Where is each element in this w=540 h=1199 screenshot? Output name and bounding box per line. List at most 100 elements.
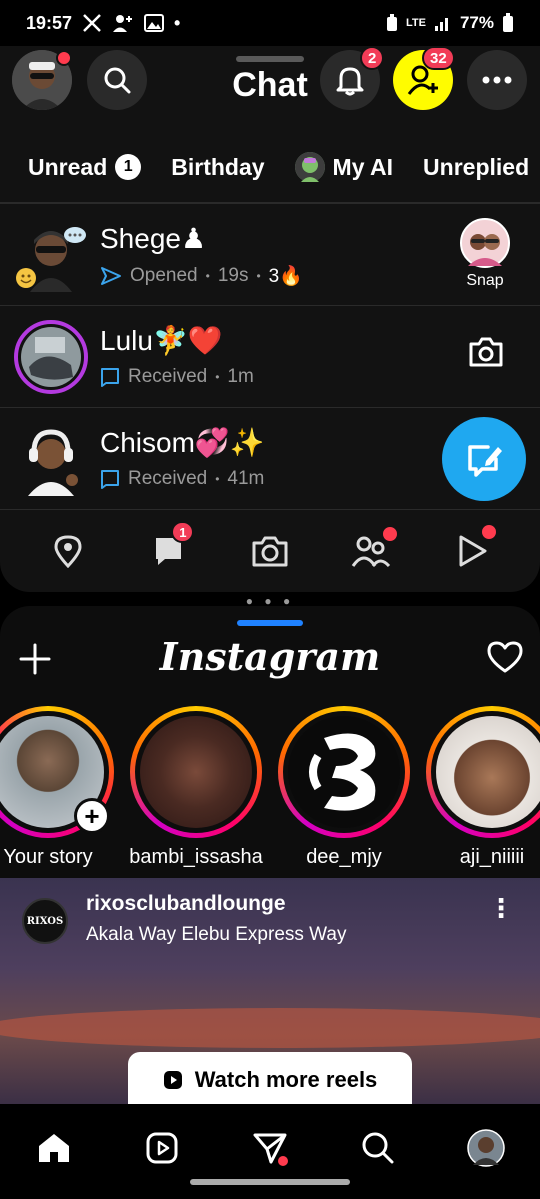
reel-background-decor <box>0 1008 540 1048</box>
stories-notification-dot <box>380 525 399 543</box>
friend-name: Chisom💞✨ <box>100 427 265 458</box>
nav-map[interactable] <box>38 521 98 581</box>
filter-label: Unread <box>28 153 108 180</box>
post-avatar-logo: RIXOS <box>26 915 64 927</box>
story-photo <box>436 716 540 828</box>
page-title: Chat <box>232 66 308 104</box>
heart-icon <box>487 641 523 673</box>
bitmoji-icon <box>460 218 510 268</box>
map-pin-icon <box>54 535 82 568</box>
separator: • <box>215 472 220 486</box>
more-horizontal-icon <box>482 76 512 84</box>
window-grip[interactable] <box>236 56 304 62</box>
chat-time: 41m <box>227 468 265 489</box>
story-ring[interactable] <box>278 706 410 838</box>
reels-icon <box>146 1132 178 1164</box>
add-friends-badge: 32 <box>422 46 455 70</box>
snapchat-bottom-nav: 1 <box>0 510 540 592</box>
chat-meta: Received • 41m <box>100 468 264 490</box>
snap-label: Snap <box>466 272 504 289</box>
person-add-icon <box>112 13 134 33</box>
filter-unreplied[interactable]: Unreplied <box>423 154 529 181</box>
nav-spotlight[interactable] <box>442 521 502 581</box>
chat-status: Received <box>128 366 208 387</box>
camera-icon <box>469 337 503 367</box>
profile-notification-dot <box>56 50 72 66</box>
nav-chat[interactable]: 1 <box>139 521 199 581</box>
filter-unread[interactable]: Unread 1 <box>28 153 142 181</box>
story-username: Your story <box>3 846 93 868</box>
chat-row[interactable]: Lulu🧚❤️ Received • 1m <box>0 306 540 408</box>
story-username: aji_niiiii <box>459 846 525 868</box>
story-ring[interactable] <box>426 706 540 838</box>
reels-play-icon <box>163 1071 182 1089</box>
more-options-button[interactable] <box>467 50 527 110</box>
chat-row[interactable]: Shege♟ Opened • 19s • 3🔥 Snap <box>0 204 540 306</box>
new-chat-button[interactable] <box>442 417 526 501</box>
nav-camera[interactable] <box>240 521 300 581</box>
snapchat-window: Chat 2 32 Unread 1 Birthday My AI Unrepl… <box>0 46 540 592</box>
unread-count: 1 <box>115 154 142 180</box>
friend-name: Lulu🧚❤️ <box>100 325 223 356</box>
status-bar: 19:57 • LTE 77% <box>0 0 540 46</box>
profile-avatar <box>467 1129 505 1167</box>
opened-arrow-icon <box>101 267 121 285</box>
nav-search[interactable] <box>350 1120 406 1176</box>
filter-my-ai[interactable]: My AI <box>294 152 394 182</box>
nav-stories[interactable] <box>341 521 401 581</box>
gallery-icon <box>144 14 165 32</box>
friend-avatar[interactable] <box>14 422 88 496</box>
story-ring[interactable] <box>130 706 262 838</box>
chat-time: 19s <box>217 265 249 286</box>
story-item[interactable]: aji_niiiii <box>426 706 540 874</box>
chat-time: 1m <box>227 366 254 387</box>
home-icon <box>39 1134 69 1162</box>
compose-icon <box>468 445 502 477</box>
snap-reply-button[interactable]: Snap <box>460 218 510 290</box>
friend-avatar[interactable] <box>14 218 88 292</box>
post-more-options-icon[interactable]: ⋮ <box>488 895 514 921</box>
camera-reply-button[interactable] <box>468 336 504 368</box>
streak-count: 3🔥 <box>268 266 303 287</box>
signal-icon <box>434 15 452 31</box>
instagram-logo: Instagram <box>159 634 381 679</box>
story-item[interactable]: dee_mjy <box>278 706 410 874</box>
watch-more-reels-button[interactable]: Watch more reels <box>128 1052 412 1108</box>
filter-birthday[interactable]: Birthday <box>171 154 264 181</box>
received-chat-icon <box>101 368 119 387</box>
post-username[interactable]: rixosclubandlounge <box>86 892 286 916</box>
filter-label: Unreplied <box>423 153 530 180</box>
friend-name: Shege♟ <box>100 223 207 254</box>
nav-home[interactable] <box>26 1120 82 1176</box>
chat-meta: Received • 1m <box>100 366 254 388</box>
status-time: 19:57 <box>26 12 73 33</box>
search-icon <box>362 1132 394 1164</box>
instagram-window: Instagram + Your story bambi_issasha dee… <box>0 606 540 1199</box>
post-avatar[interactable]: RIXOS <box>22 898 68 944</box>
chat-nav-badge: 1 <box>171 521 195 543</box>
snapchat-header: Chat 2 32 <box>0 46 540 132</box>
story-photo <box>140 716 252 828</box>
story-ring[interactable]: + <box>0 706 114 838</box>
activity-button[interactable] <box>486 640 524 679</box>
status-dot-icon: • <box>174 12 181 33</box>
battery-percent: 77% <box>459 13 494 32</box>
battery-icon <box>502 13 514 33</box>
instagram-header: Instagram <box>0 606 540 706</box>
chat-status: Opened <box>130 265 198 286</box>
add-story-icon[interactable]: + <box>74 798 110 834</box>
nav-reels[interactable] <box>134 1120 190 1176</box>
separator: • <box>256 269 261 283</box>
nav-profile[interactable] <box>458 1120 514 1176</box>
story-item[interactable]: + Your story <box>0 706 114 874</box>
friend-avatar-story-ring[interactable] <box>14 320 88 394</box>
system-home-indicator[interactable] <box>190 1179 350 1185</box>
filter-label: Birthday <box>171 153 265 180</box>
post-location[interactable]: Akala Way Elebu Express Way <box>86 924 346 946</box>
network-type: LTE <box>406 17 426 29</box>
filter-label: My AI <box>332 153 394 180</box>
story-item[interactable]: bambi_issasha <box>129 706 263 874</box>
battery-saver-icon <box>386 14 398 32</box>
nav-messages[interactable] <box>242 1120 298 1176</box>
chat-meta: Opened • 19s • 3🔥 <box>100 264 303 288</box>
